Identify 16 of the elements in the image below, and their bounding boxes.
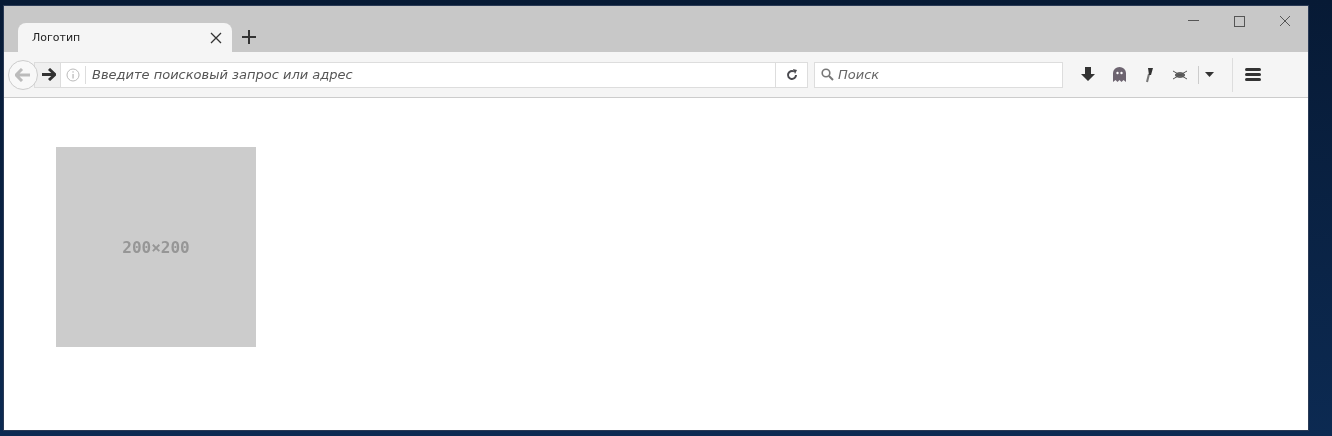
back-arrow-icon	[15, 67, 31, 82]
search-bar[interactable]: Поиск	[814, 61, 1063, 88]
plus-icon[interactable]	[242, 30, 256, 44]
pipette-icon[interactable]	[1144, 66, 1154, 83]
bug-icon[interactable]	[1172, 68, 1188, 81]
ghost-icon[interactable]	[1113, 67, 1126, 82]
search-icon	[821, 68, 834, 81]
forward-arrow-icon	[42, 68, 56, 81]
forward-button[interactable]	[35, 62, 61, 87]
close-icon[interactable]	[210, 31, 222, 44]
reload-icon	[785, 68, 798, 81]
browser-tab[interactable]: Логотип	[18, 23, 232, 52]
menu-icon[interactable]	[1232, 57, 1261, 92]
download-icon[interactable]	[1081, 67, 1095, 82]
address-bar[interactable]: Введите поисковый запрос или адрес	[34, 61, 808, 88]
caret-icon[interactable]	[1198, 65, 1214, 84]
